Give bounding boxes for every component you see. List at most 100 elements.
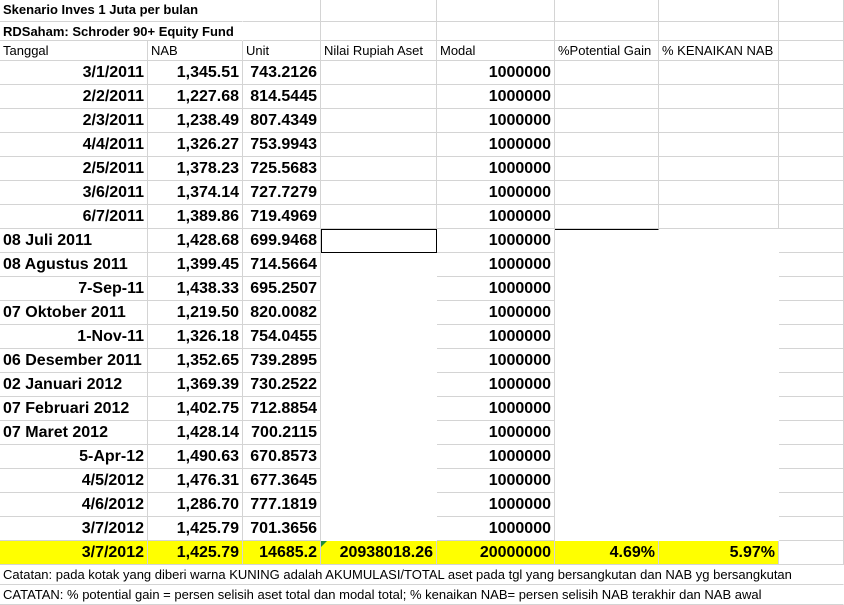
cell-empty[interactable] [779,205,844,229]
cell-tanggal[interactable]: 5-Apr-12 [0,445,148,469]
cell-empty[interactable] [779,301,844,325]
total-potential-gain[interactable]: 4.69% [555,541,659,565]
cell-potential-gain[interactable] [555,277,659,301]
cell-empty[interactable] [659,0,779,22]
cell-nilai-rupiah-aset[interactable] [321,61,437,85]
cell-tanggal[interactable]: 06 Desember 2011 [0,349,148,373]
cell-empty[interactable] [243,22,321,41]
cell-kenaikan-nab[interactable] [659,205,779,229]
cell-nilai-rupiah-aset[interactable] [321,349,437,373]
cell-nab[interactable]: 1,428.14 [148,421,243,445]
cell-nilai-rupiah-aset[interactable] [321,493,437,517]
cell-unit[interactable]: 820.0082 [243,301,321,325]
cell-unit[interactable]: 730.2522 [243,373,321,397]
cell-unit[interactable]: 753.9943 [243,133,321,157]
cell-potential-gain[interactable] [555,517,659,541]
note-1[interactable]: Catatan: pada kotak yang diberi warna KU… [0,565,844,585]
cell-empty[interactable] [779,517,844,541]
cell-modal[interactable]: 1000000 [437,109,555,133]
cell-modal[interactable]: 1000000 [437,205,555,229]
cell-nab[interactable]: 1,402.75 [148,397,243,421]
cell-tanggal[interactable]: 07 Maret 2012 [0,421,148,445]
cell-empty[interactable] [779,85,844,109]
cell-title-2[interactable]: RDSaham: Schroder 90+ Equity Fund [0,22,243,41]
cell-empty[interactable] [779,469,844,493]
cell-modal[interactable]: 1000000 [437,445,555,469]
cell-modal[interactable]: 1000000 [437,325,555,349]
cell-modal[interactable]: 1000000 [437,373,555,397]
cell-modal[interactable]: 1000000 [437,301,555,325]
cell-modal[interactable]: 1000000 [437,517,555,541]
cell-empty[interactable] [779,41,844,61]
cell-unit[interactable]: 777.1819 [243,493,321,517]
cell-potential-gain[interactable] [555,157,659,181]
cell-kenaikan-nab[interactable] [659,493,779,517]
cell-kenaikan-nab[interactable] [659,157,779,181]
cell-potential-gain[interactable] [555,205,659,229]
cell-nab[interactable]: 1,352.65 [148,349,243,373]
cell-kenaikan-nab[interactable] [659,301,779,325]
note-2[interactable]: CATATAN: % potential gain = persen selis… [0,585,844,605]
cell-empty[interactable] [779,133,844,157]
cell-kenaikan-nab[interactable] [659,349,779,373]
cell-empty[interactable] [779,253,844,277]
cell-modal[interactable]: 1000000 [437,61,555,85]
cell-modal[interactable]: 1000000 [437,349,555,373]
cell-kenaikan-nab[interactable] [659,325,779,349]
cell-nab[interactable]: 1,389.86 [148,205,243,229]
cell-unit[interactable]: 807.4349 [243,109,321,133]
cell-unit[interactable]: 712.8854 [243,397,321,421]
cell-tanggal[interactable]: 07 Oktober 2011 [0,301,148,325]
cell-nab[interactable]: 1,399.45 [148,253,243,277]
cell-modal[interactable]: 1000000 [437,229,555,253]
cell-kenaikan-nab[interactable] [659,517,779,541]
total-modal[interactable]: 20000000 [437,541,555,565]
cell-nab[interactable]: 1,238.49 [148,109,243,133]
cell-nilai-rupiah-aset[interactable] [321,85,437,109]
cell-unit[interactable]: 670.8573 [243,445,321,469]
cell-nilai-rupiah-aset[interactable] [321,205,437,229]
cell-nab[interactable]: 1,369.39 [148,373,243,397]
cell-potential-gain[interactable] [555,301,659,325]
cell-unit[interactable]: 743.2126 [243,61,321,85]
cell-nab[interactable]: 1,286.70 [148,493,243,517]
cell-unit[interactable]: 814.5445 [243,85,321,109]
cell-tanggal[interactable]: 4/6/2012 [0,493,148,517]
spreadsheet-grid[interactable]: Skenario Inves 1 Juta per bulan RDSaham:… [0,0,844,605]
cell-nilai-rupiah-aset[interactable] [321,421,437,445]
cell-unit[interactable]: 700.2115 [243,421,321,445]
cell-empty[interactable] [243,0,321,22]
cell-kenaikan-nab[interactable] [659,133,779,157]
header-nab[interactable]: NAB [148,41,243,61]
cell-modal[interactable]: 1000000 [437,85,555,109]
cell-empty[interactable] [659,22,779,41]
cell-modal[interactable]: 1000000 [437,253,555,277]
cell-empty[interactable] [437,22,555,41]
cell-tanggal[interactable]: 02 Januari 2012 [0,373,148,397]
cell-unit[interactable]: 719.4969 [243,205,321,229]
cell-modal[interactable]: 1000000 [437,157,555,181]
cell-tanggal[interactable]: 4/4/2011 [0,133,148,157]
cell-potential-gain[interactable] [555,397,659,421]
cell-nab[interactable]: 1,374.14 [148,181,243,205]
cell-kenaikan-nab[interactable] [659,61,779,85]
cell-unit[interactable]: 739.2895 [243,349,321,373]
header-unit[interactable]: Unit [243,41,321,61]
cell-nab[interactable]: 1,326.18 [148,325,243,349]
cell-nab[interactable]: 1,227.68 [148,85,243,109]
cell-empty[interactable] [779,325,844,349]
total-nilai-rupiah-aset[interactable]: 20938018.26 [321,541,437,565]
cell-tanggal[interactable]: 08 Juli 2011 [0,229,148,253]
cell-title-1[interactable]: Skenario Inves 1 Juta per bulan [0,0,243,22]
cell-nab[interactable]: 1,490.63 [148,445,243,469]
cell-kenaikan-nab[interactable] [659,109,779,133]
cell-empty[interactable] [555,0,659,22]
cell-tanggal[interactable]: 7-Sep-11 [0,277,148,301]
cell-nilai-rupiah-aset[interactable] [321,301,437,325]
cell-nab[interactable]: 1,326.27 [148,133,243,157]
cell-empty[interactable] [779,229,844,253]
cell-empty[interactable] [779,277,844,301]
cell-potential-gain[interactable] [555,469,659,493]
cell-tanggal[interactable]: 2/3/2011 [0,109,148,133]
cell-unit[interactable]: 727.7279 [243,181,321,205]
